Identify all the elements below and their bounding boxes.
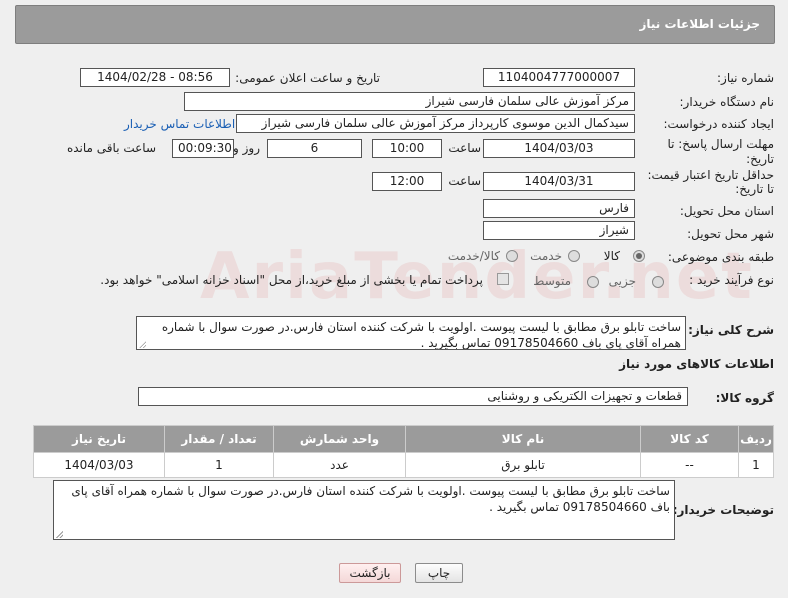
table-row: 1 -- تابلو برق عدد 1 1404/03/03	[33, 452, 774, 478]
deadline-label-2: تاریخ:	[746, 152, 774, 166]
page-title: جزئیات اطلاعات نیاز	[639, 17, 760, 31]
buyer-org-label: نام دستگاه خریدار:	[679, 95, 775, 109]
process-minor-label: جزیی	[608, 274, 636, 288]
buyer-notes-text: ساخت تابلو برق مطابق با لیست پیوست .اولو…	[71, 484, 670, 514]
page-header: جزئیات اطلاعات نیاز	[15, 5, 775, 44]
process-medium-label: متوسط	[533, 274, 571, 288]
col-code: کد کالا	[640, 425, 739, 453]
col-date: تاریخ نیاز	[33, 425, 165, 453]
category-goods-service-label: کالا/خدمت	[447, 249, 500, 263]
category-service-radio[interactable]	[568, 250, 580, 262]
cell-name: تابلو برق	[405, 452, 641, 478]
goods-table: ردیف کد کالا نام کالا واحد شمارش تعداد /…	[33, 425, 774, 478]
validity-time-label: ساعت	[448, 174, 481, 188]
goods-group-field: قطعات و تجهیزات الکتریکی و روشنایی	[138, 387, 688, 406]
validity-time-field: 12:00	[372, 172, 442, 191]
announce-label: تاریخ و ساعت اعلان عمومی:	[235, 71, 380, 85]
process-minor-radio[interactable]	[652, 276, 664, 288]
days-label: روز و	[233, 141, 260, 155]
print-button[interactable]: چاپ	[415, 563, 463, 583]
resize-handle[interactable]	[139, 341, 146, 348]
cell-qty: 1	[164, 452, 274, 478]
remaining-label: ساعت باقی مانده	[66, 141, 156, 155]
col-qty: تعداد / مقدار	[164, 425, 274, 453]
treasury-payment-checkbox[interactable]	[497, 273, 509, 285]
deadline-time-label: ساعت	[448, 141, 481, 155]
col-row: ردیف	[738, 425, 774, 453]
resize-handle[interactable]	[56, 531, 63, 538]
buyer-notes-textarea[interactable]: ساخت تابلو برق مطابق با لیست پیوست .اولو…	[53, 480, 675, 540]
col-unit: واحد شمارش	[273, 425, 406, 453]
deadline-date-field: 1404/03/03	[483, 139, 635, 158]
description-label: شرح کلی نیاز:	[688, 323, 774, 337]
cell-code: --	[640, 452, 739, 478]
category-goods-service-radio[interactable]	[506, 250, 518, 262]
treasury-payment-note: پرداخت تمام یا بخشی از مبلغ خرید،از محل …	[100, 273, 483, 287]
need-number-label: شماره نیاز:	[717, 71, 774, 85]
buyer-org-field: مرکز آموزش عالی سلمان فارسی شیراز	[184, 92, 635, 111]
creator-field: سیدکمال الدین موسوی کارپرداز مرکز آموزش …	[236, 114, 635, 133]
city-field: شیراز	[483, 221, 635, 240]
description-textarea[interactable]: ساخت تابلو برق مطابق با لیست پیوست .اولو…	[136, 316, 686, 350]
cell-row: 1	[738, 452, 774, 478]
creator-label: ایجاد کننده درخواست:	[663, 117, 774, 131]
city-label: شهر محل تحویل:	[687, 227, 774, 241]
validity-label: حداقل تاریخ اعتبار قیمت:	[647, 168, 774, 182]
province-field: فارس	[483, 199, 635, 218]
col-name: نام کالا	[405, 425, 641, 453]
category-goods-radio[interactable]	[633, 250, 645, 262]
deadline-label: مهلت ارسال پاسخ: تا	[667, 137, 774, 151]
process-label: نوع فرآیند خرید :	[689, 273, 774, 287]
description-text: ساخت تابلو برق مطابق با لیست پیوست .اولو…	[161, 320, 681, 350]
validity-date-field: 1404/03/31	[483, 172, 635, 191]
back-button[interactable]: بازگشت	[339, 563, 401, 583]
buyer-contact-link[interactable]: اطلاعات تماس خریدار	[124, 117, 235, 131]
buyer-notes-label: توضیحات خریدار:	[672, 503, 774, 517]
days-field: 6	[267, 139, 362, 158]
province-label: استان محل تحویل:	[679, 204, 774, 218]
category-label: طبقه بندی موضوعی:	[667, 250, 774, 264]
need-number-field: 1104004777000007	[483, 68, 635, 87]
cell-unit: عدد	[273, 452, 406, 478]
cell-date: 1404/03/03	[33, 452, 165, 478]
deadline-time-field: 10:00	[372, 139, 442, 158]
announce-field: 1404/02/28 - 08:56	[80, 68, 230, 87]
table-header-row: ردیف کد کالا نام کالا واحد شمارش تعداد /…	[33, 425, 774, 453]
validity-label-2: تا تاریخ:	[735, 182, 774, 196]
remaining-time-field: 00:09:30	[172, 139, 234, 158]
category-service-label: خدمت	[530, 249, 562, 263]
goods-section-title: اطلاعات کالاهای مورد نیاز	[619, 357, 774, 371]
process-medium-radio[interactable]	[587, 276, 599, 288]
goods-group-label: گروه کالا:	[715, 391, 774, 405]
category-goods-label: کالا	[603, 249, 620, 263]
